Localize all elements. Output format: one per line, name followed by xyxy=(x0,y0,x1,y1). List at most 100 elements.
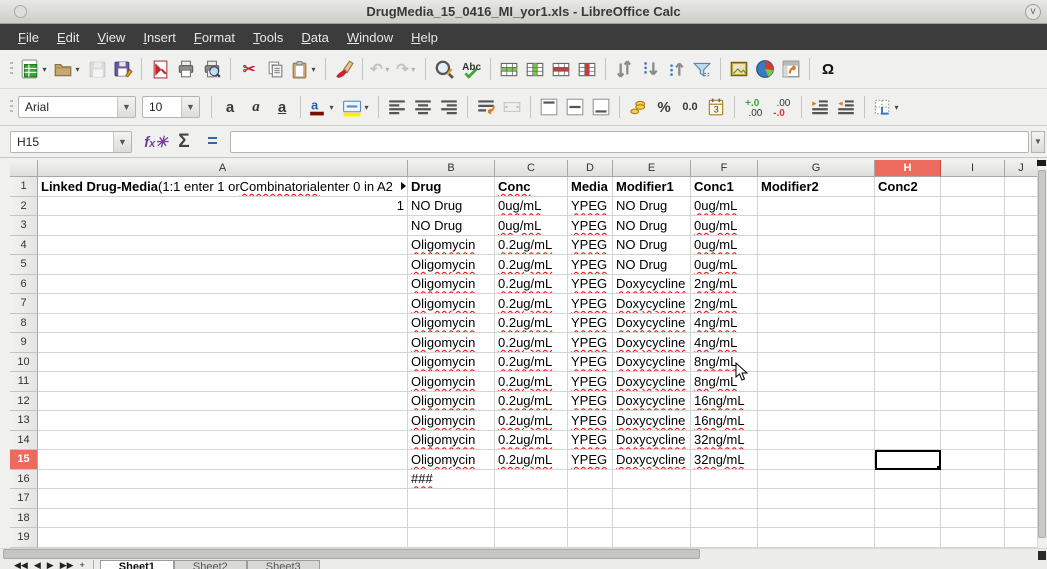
sort-ascending-button[interactable] xyxy=(637,55,663,83)
cell-C6[interactable]: 0.2ug/mL xyxy=(495,275,568,295)
cell-I8[interactable] xyxy=(941,314,1005,334)
cell-D15[interactable]: YPEG xyxy=(568,450,613,470)
row-header-18[interactable]: 18 xyxy=(10,509,38,529)
cell-G14[interactable] xyxy=(758,431,875,451)
cell-F6[interactable]: 2ng/mL xyxy=(691,275,758,295)
cell-I14[interactable] xyxy=(941,431,1005,451)
row-header-16[interactable]: 16 xyxy=(10,470,38,490)
row-header-12[interactable]: 12 xyxy=(10,392,38,412)
align-bottom-button[interactable] xyxy=(588,93,614,121)
cell-A7[interactable] xyxy=(38,294,408,314)
column-header-J[interactable]: J xyxy=(1005,160,1037,177)
menu-edit[interactable]: Edit xyxy=(49,27,87,48)
cell-D6[interactable]: YPEG xyxy=(568,275,613,295)
cell-I6[interactable] xyxy=(941,275,1005,295)
cell-E17[interactable] xyxy=(613,489,691,509)
cell-D5[interactable]: YPEG xyxy=(568,255,613,275)
cell-C17[interactable] xyxy=(495,489,568,509)
cell-E1[interactable]: Modifier1 xyxy=(613,177,691,197)
cell-A5[interactable] xyxy=(38,255,408,275)
cell-E8[interactable]: Doxycycline xyxy=(613,314,691,334)
cell-C2[interactable]: 0ug/mL xyxy=(495,197,568,217)
cell-I19[interactable] xyxy=(941,528,1005,548)
cell-D14[interactable]: YPEG xyxy=(568,431,613,451)
cell-J9[interactable] xyxy=(1005,333,1037,353)
align-right-button[interactable] xyxy=(436,93,462,121)
cell-A12[interactable] xyxy=(38,392,408,412)
cell-J18[interactable] xyxy=(1005,509,1037,529)
cell-H6[interactable] xyxy=(875,275,941,295)
column-header-A[interactable]: A xyxy=(38,160,408,177)
font-name-combo-dropdown-icon[interactable]: ▼ xyxy=(117,97,135,117)
cell-A3[interactable] xyxy=(38,216,408,236)
cell-F3[interactable]: 0ug/mL xyxy=(691,216,758,236)
cell-D16[interactable] xyxy=(568,470,613,490)
cell-A15[interactable] xyxy=(38,450,408,470)
cell-E19[interactable] xyxy=(613,528,691,548)
cell-H3[interactable] xyxy=(875,216,941,236)
cell-B6[interactable]: Oligomycin xyxy=(408,275,495,295)
highlight-color-dropdown-icon[interactable]: ▾ xyxy=(362,103,371,112)
menu-help[interactable]: Help xyxy=(403,27,446,48)
cell-D9[interactable]: YPEG xyxy=(568,333,613,353)
cell-E4[interactable]: NO Drug xyxy=(613,236,691,256)
cell-C7[interactable]: 0.2ug/mL xyxy=(495,294,568,314)
cell-F16[interactable] xyxy=(691,470,758,490)
row-header-8[interactable]: 8 xyxy=(10,314,38,334)
cell-C13[interactable]: 0.2ug/mL xyxy=(495,411,568,431)
cell-H18[interactable] xyxy=(875,509,941,529)
cell-J14[interactable] xyxy=(1005,431,1037,451)
print-button[interactable] xyxy=(173,55,199,83)
cell-E13[interactable]: Doxycycline xyxy=(613,411,691,431)
cell-A8[interactable] xyxy=(38,314,408,334)
cell-G18[interactable] xyxy=(758,509,875,529)
cell-H7[interactable] xyxy=(875,294,941,314)
cell-E18[interactable] xyxy=(613,509,691,529)
cell-B3[interactable]: NO Drug xyxy=(408,216,495,236)
cell-D19[interactable] xyxy=(568,528,613,548)
horizontal-scrollbar-thumb[interactable] xyxy=(3,549,700,559)
row-header-10[interactable]: 10 xyxy=(10,353,38,373)
cell-J13[interactable] xyxy=(1005,411,1037,431)
cell-G9[interactable] xyxy=(758,333,875,353)
cell-C16[interactable] xyxy=(495,470,568,490)
spelling-button[interactable]: Abc xyxy=(457,55,485,83)
cell-C3[interactable]: 0ug/mL xyxy=(495,216,568,236)
cell-I17[interactable] xyxy=(941,489,1005,509)
underline-button[interactable]: a xyxy=(269,93,295,121)
font-size-combo[interactable]: 10▼ xyxy=(142,96,200,118)
cell-I4[interactable] xyxy=(941,236,1005,256)
cell-G10[interactable] xyxy=(758,353,875,373)
cell-H17[interactable] xyxy=(875,489,941,509)
cell-D1[interactable]: Media xyxy=(568,177,613,197)
sort-descending-button[interactable] xyxy=(663,55,689,83)
row-header-7[interactable]: 7 xyxy=(10,294,38,314)
name-box-dropdown-icon[interactable]: ▼ xyxy=(113,132,131,152)
cell-B2[interactable]: NO Drug xyxy=(408,197,495,217)
cell-B8[interactable]: Oligomycin xyxy=(408,314,495,334)
borders-button[interactable]: ▾ xyxy=(870,93,903,121)
cell-F8[interactable]: 4ng/mL xyxy=(691,314,758,334)
cell-F13[interactable]: 16ng/mL xyxy=(691,411,758,431)
font-name-combo[interactable]: Arial▼ xyxy=(18,96,136,118)
cell-H19[interactable] xyxy=(875,528,941,548)
font-color-button[interactable]: a▾ xyxy=(306,93,338,121)
align-vcenter-button[interactable] xyxy=(562,93,588,121)
cell-A1[interactable]: Linked Drug-Media (1:1 enter 1 or Combin… xyxy=(38,177,408,197)
column-header-C[interactable]: C xyxy=(495,160,568,177)
open-dropdown-icon[interactable]: ▾ xyxy=(73,65,82,74)
cell-I2[interactable] xyxy=(941,197,1005,217)
new-document-button[interactable]: ▾ xyxy=(18,55,51,83)
font-color-dropdown-icon[interactable]: ▾ xyxy=(327,103,336,112)
cell-B4[interactable]: Oligomycin xyxy=(408,236,495,256)
add-decimal-button[interactable]: +.0.00 xyxy=(740,93,768,121)
column-header-I[interactable]: I xyxy=(941,160,1005,177)
cell-D4[interactable]: YPEG xyxy=(568,236,613,256)
cell-G15[interactable] xyxy=(758,450,875,470)
cell-B11[interactable]: Oligomycin xyxy=(408,372,495,392)
cell-H4[interactable] xyxy=(875,236,941,256)
sort-button[interactable] xyxy=(611,55,637,83)
cell-G17[interactable] xyxy=(758,489,875,509)
insert-column-button[interactable] xyxy=(522,55,548,83)
sheet-tab-sheet3[interactable]: Sheet3 xyxy=(247,560,320,569)
